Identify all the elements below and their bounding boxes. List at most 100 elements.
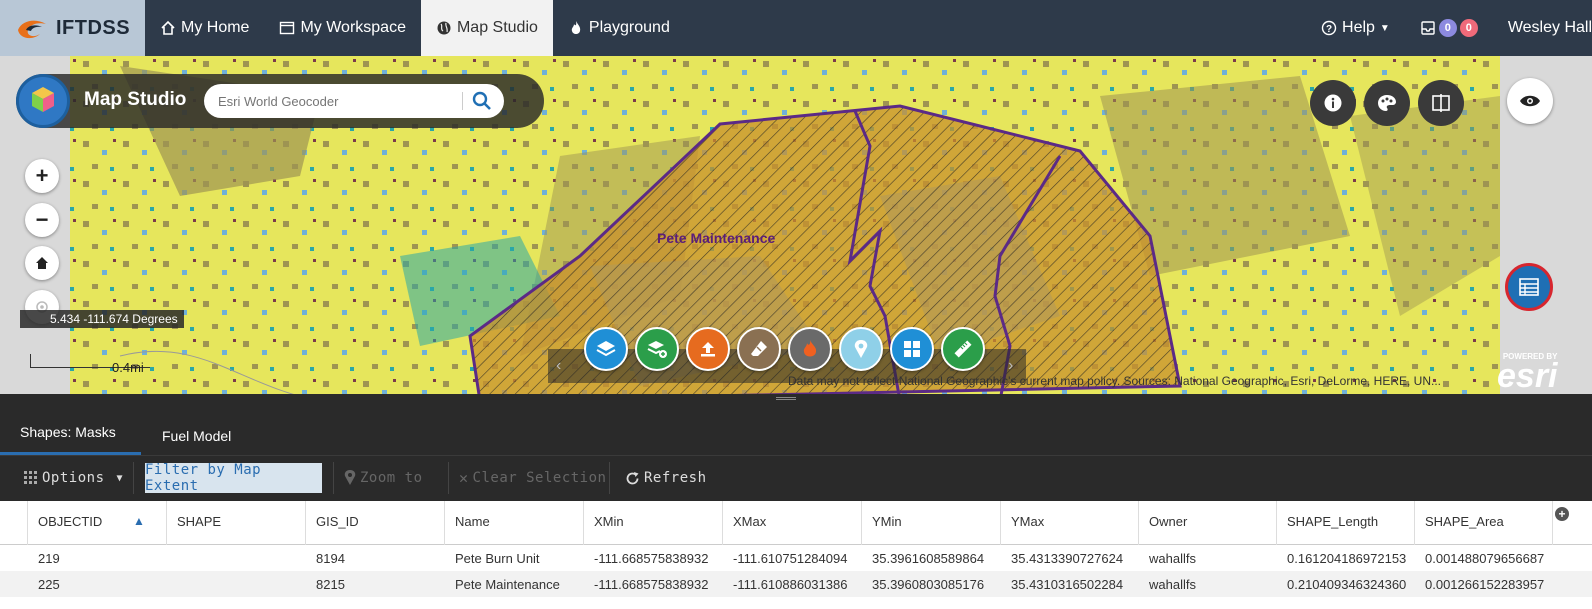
geocoder-search-input[interactable] <box>218 90 458 112</box>
user-name: Wesley Hall <box>1507 19 1592 36</box>
table-row[interactable]: 225 8215 Pete Maintenance -111.668575838… <box>0 571 1592 597</box>
map-view[interactable]: Pete Maintenance Map Studio + − 5.434 -1… <box>0 56 1592 401</box>
upload-button[interactable] <box>686 327 730 371</box>
tab-fuel-model[interactable]: Fuel Model <box>162 404 262 455</box>
tab-shapes-masks[interactable]: Shapes: Masks <box>0 404 141 455</box>
tab-fuel-model-label: Fuel Model <box>162 428 232 444</box>
column-header-label: SHAPE_Length <box>1287 514 1379 529</box>
column-header-ymin[interactable]: YMin <box>862 501 1001 545</box>
add-layer-button[interactable] <box>635 327 679 371</box>
table-cell: -111.668575838932 <box>594 551 709 566</box>
marker-button[interactable] <box>839 327 883 371</box>
clear-selection-label: Clear Selection <box>472 470 607 486</box>
table-cell: wahallfs <box>1149 551 1196 566</box>
nav-my-workspace[interactable]: My Workspace <box>264 0 421 56</box>
column-header-shape[interactable]: SHAPE <box>167 501 306 545</box>
palette-icon <box>1378 95 1396 111</box>
nav-playground[interactable]: Playground <box>553 0 685 56</box>
home-extent-button[interactable] <box>25 246 59 280</box>
column-header-label: GIS_ID <box>316 514 359 529</box>
layers-button[interactable] <box>584 327 628 371</box>
nav-map-studio[interactable]: Map Studio <box>420 0 553 56</box>
zoom-out-button[interactable]: − <box>25 203 59 237</box>
info-icon <box>1324 94 1342 112</box>
attribute-table-toggle[interactable] <box>1505 263 1553 311</box>
brand-name: IFTDSS <box>56 16 131 39</box>
add-column-icon[interactable]: + <box>1555 507 1569 521</box>
column-header-objectid[interactable]: OBJECTID ▲ <box>28 501 167 545</box>
column-header-label: YMax <box>1011 514 1045 529</box>
table-icon <box>1519 278 1539 296</box>
table-row[interactable]: 219 8194 Pete Burn Unit -111.66857583893… <box>0 545 1592 571</box>
measure-button[interactable] <box>941 327 985 371</box>
column-header-label: YMin <box>872 514 902 529</box>
toolbar-divider <box>133 462 134 494</box>
brand-logo[interactable]: IFTDSS <box>0 0 145 56</box>
table-cell: Pete Burn Unit <box>455 551 540 566</box>
table-cell: 0.001266152283957 <box>1425 577 1545 592</box>
globe-icon <box>437 21 451 35</box>
map-studio-header: Map Studio <box>16 74 544 128</box>
table-cell: 0.210409346324360 <box>1287 577 1407 592</box>
column-header-name[interactable]: Name <box>445 501 584 545</box>
notification-badge-blue: 0 <box>1438 19 1457 37</box>
dock-prev-icon[interactable]: ‹ <box>556 357 561 375</box>
toolbar-divider <box>333 462 334 494</box>
table-cell: 225 <box>38 577 60 592</box>
options-label: Options <box>42 470 105 486</box>
help-menu[interactable]: ? Help ▼ <box>1306 0 1405 56</box>
visibility-toggle-button[interactable] <box>1507 78 1553 124</box>
edit-shapes-button[interactable] <box>737 327 781 371</box>
plus-icon: + <box>35 163 49 188</box>
eraser-icon <box>751 341 767 356</box>
column-header-label: XMax <box>733 514 767 529</box>
fire-tools-button[interactable] <box>788 327 832 371</box>
column-header-xmin[interactable]: XMin <box>584 501 723 545</box>
svg-text:?: ? <box>1326 24 1332 35</box>
legend-button[interactable] <box>1364 80 1410 126</box>
row-selector-header <box>0 501 28 545</box>
upload-icon <box>701 342 715 357</box>
nav-my-home[interactable]: My Home <box>145 0 264 56</box>
zoom-to-button[interactable]: Zoom to <box>344 462 423 494</box>
filter-by-extent-button[interactable]: Filter by Map Extent <box>145 462 322 494</box>
notifications[interactable]: 0 0 <box>1405 0 1493 56</box>
table-header: OBJECTID ▲ SHAPE GIS_ID Name XMin XMax Y… <box>0 501 1592 545</box>
column-header-ymax[interactable]: YMax <box>1001 501 1139 545</box>
panel-splitter[interactable] <box>0 394 1592 404</box>
map-attribution: Data may not reflect National Geographic… <box>788 374 1442 388</box>
table-cell <box>167 545 306 571</box>
search-icon[interactable] <box>470 90 494 112</box>
map-studio-logo-icon <box>16 74 70 128</box>
zoom-to-label: Zoom to <box>360 470 423 486</box>
table-cell: wahallfs <box>1149 577 1196 592</box>
dock-next-icon[interactable]: › <box>1008 357 1013 375</box>
table-cell: -111.610751284094 <box>733 551 848 566</box>
map-pin-icon <box>344 470 356 485</box>
options-menu[interactable]: Options ▼ <box>24 462 123 494</box>
column-header-shape-length[interactable]: SHAPE_Length <box>1277 501 1415 545</box>
column-header-label: SHAPE <box>177 514 222 529</box>
clear-selection-button[interactable]: ✕ Clear Selection <box>459 462 606 494</box>
add-layers-icon <box>647 341 667 358</box>
table-cell <box>167 571 306 597</box>
fire-icon <box>803 340 817 357</box>
filter-by-extent-label: Filter by Map Extent <box>145 462 262 494</box>
column-header-shape-area[interactable]: SHAPE_Area <box>1415 501 1553 545</box>
basemap-gallery-button[interactable] <box>890 327 934 371</box>
toolbar-divider <box>448 462 449 494</box>
column-header-gis-id[interactable]: GIS_ID <box>306 501 445 545</box>
caret-down-icon: ▼ <box>1379 22 1390 34</box>
column-header-xmax[interactable]: XMax <box>723 501 862 545</box>
splitter-grip-icon[interactable] <box>776 397 796 400</box>
user-menu[interactable]: Wesley Hall <box>1493 0 1592 56</box>
toolbar-divider <box>609 462 610 494</box>
zoom-in-button[interactable]: + <box>25 159 59 193</box>
swipe-compare-button[interactable] <box>1418 80 1464 126</box>
feature-label-pete-maintenance: Pete Maintenance <box>657 230 776 246</box>
column-header-owner[interactable]: Owner <box>1139 501 1277 545</box>
info-button[interactable] <box>1310 80 1356 126</box>
table-cell: 35.3961608589864 <box>872 551 985 566</box>
refresh-button[interactable]: Refresh <box>625 462 707 494</box>
app-title: Map Studio <box>84 89 187 110</box>
